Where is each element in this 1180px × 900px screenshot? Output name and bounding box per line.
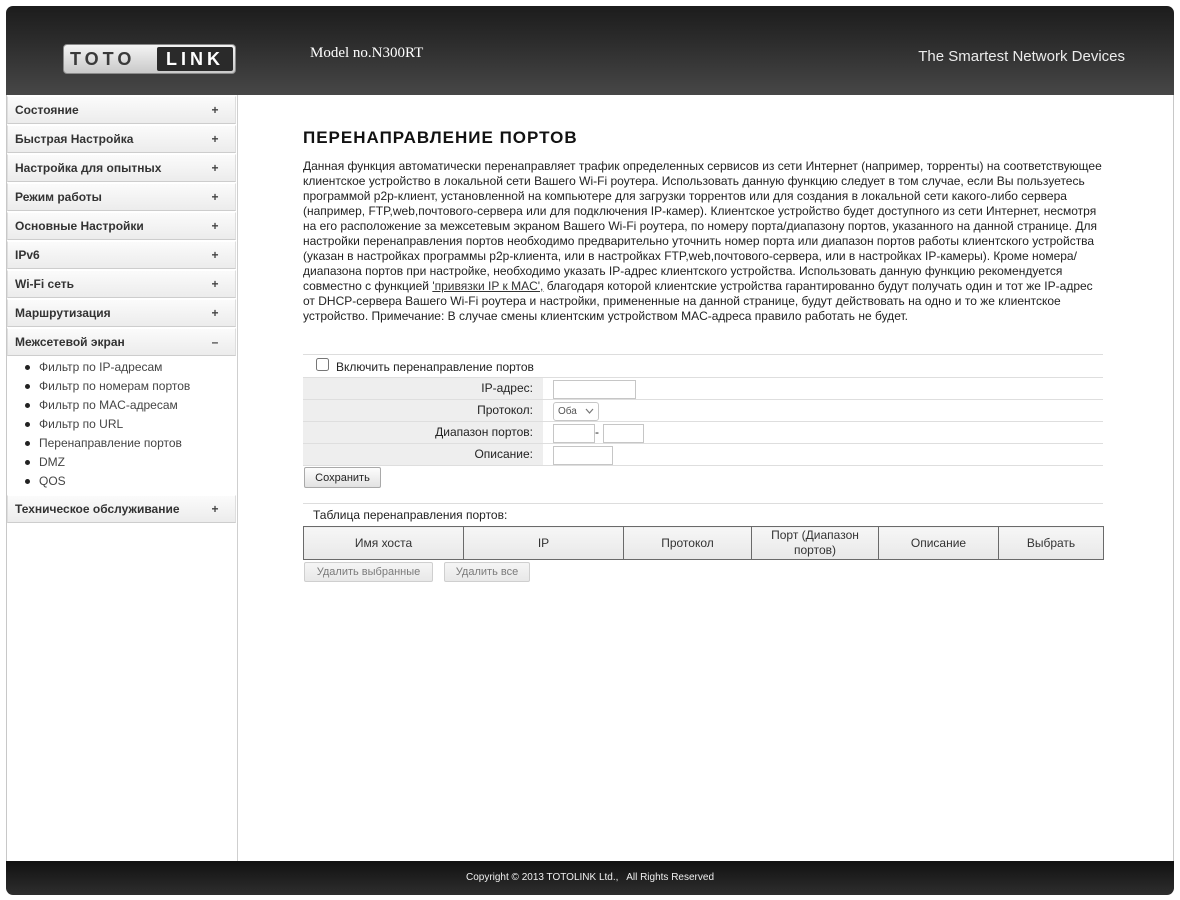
column-ip: IP bbox=[463, 526, 624, 560]
delete-all-button[interactable]: Удалить все bbox=[444, 562, 530, 582]
sidebar-subitem-label: Фильтр по URL bbox=[39, 417, 124, 431]
sidebar-subitem-url-filter[interactable]: Фильтр по URL bbox=[6, 415, 235, 434]
port-range-separator: - bbox=[595, 425, 599, 439]
header-bar: TOTO LINK Model no.N300RT The Smartest N… bbox=[6, 6, 1174, 95]
description-input[interactable] bbox=[553, 446, 613, 465]
expand-icon[interactable]: + bbox=[208, 300, 222, 327]
sidebar-item-label: Межсетевой экран bbox=[15, 335, 125, 349]
bullet-icon bbox=[25, 479, 30, 484]
sidebar-item-quick-setup[interactable]: Быстрая Настройка + bbox=[7, 125, 236, 153]
totolink-logo[interactable]: TOTO LINK bbox=[63, 44, 236, 74]
sidebar-item-label: Wi-Fi сеть bbox=[15, 277, 74, 291]
column-hostname: Имя хоста bbox=[303, 526, 464, 560]
sidebar-item-routing[interactable]: Маршрутизация + bbox=[7, 299, 236, 327]
sidebar-item-advanced[interactable]: Настройка для опытных + bbox=[7, 154, 236, 182]
port-range-end-input[interactable] bbox=[603, 424, 644, 443]
sidebar-item-firewall[interactable]: Межсетевой экран – bbox=[7, 328, 236, 356]
sidebar-item-status[interactable]: Состояние + bbox=[7, 96, 236, 124]
bullet-icon bbox=[25, 403, 30, 408]
bullet-icon bbox=[25, 384, 30, 389]
sidebar-subitem-label: Фильтр по MAC-адресам bbox=[39, 398, 178, 412]
sidebar-item-label: Состояние bbox=[15, 103, 79, 117]
sidebar-subitem-label: DMZ bbox=[39, 455, 65, 469]
bullet-icon bbox=[25, 460, 30, 465]
sidebar-subitem-label: Перенаправление портов bbox=[39, 436, 182, 450]
column-description: Описание bbox=[878, 526, 999, 560]
sidebar-item-label: Техническое обслуживание bbox=[15, 502, 180, 516]
form-row-protocol: Протокол: Оба bbox=[303, 399, 1103, 421]
description-label: Описание: bbox=[303, 444, 543, 465]
expand-icon[interactable]: + bbox=[208, 126, 222, 153]
chevron-down-icon bbox=[585, 408, 594, 414]
slogan: The Smartest Network Devices bbox=[918, 48, 1125, 65]
bullet-icon bbox=[25, 441, 30, 446]
expand-icon[interactable]: + bbox=[208, 155, 222, 182]
sidebar-item-label: Режим работы bbox=[15, 190, 102, 204]
table-divider bbox=[303, 503, 1103, 504]
logo-text-link: LINK bbox=[157, 47, 233, 71]
port-forwarding-table: Имя хоста IP Протокол Порт (Диапазон пор… bbox=[303, 526, 1104, 560]
sidebar-item-label: Быстрая Настройка bbox=[15, 132, 134, 146]
port-range-label: Диапазон портов: bbox=[303, 422, 543, 443]
description-text: Данная функция автоматически перенаправл… bbox=[303, 159, 1102, 293]
sidebar-item-label: IPv6 bbox=[15, 248, 40, 262]
sidebar: Состояние + Быстрая Настройка + Настройк… bbox=[6, 95, 238, 861]
port-range-start-input[interactable] bbox=[553, 424, 595, 443]
sidebar-subitem-dmz[interactable]: DMZ bbox=[6, 453, 235, 472]
protocol-label: Протокол: bbox=[303, 400, 543, 421]
sidebar-subitem-mac-filter[interactable]: Фильтр по MAC-адресам bbox=[6, 396, 235, 415]
ip-address-label: IP-адрес: bbox=[303, 378, 543, 399]
expand-icon[interactable]: + bbox=[208, 271, 222, 298]
copyright-text: Copyright © 2013 TOTOLINK Ltd., All Righ… bbox=[465, 872, 715, 883]
bullet-icon bbox=[25, 422, 30, 427]
sidebar-item-maintenance[interactable]: Техническое обслуживание + bbox=[7, 495, 236, 523]
sidebar-item-mode[interactable]: Режим работы + bbox=[7, 183, 236, 211]
form-row-port-range: Диапазон портов: - bbox=[303, 421, 1103, 443]
column-protocol: Протокол bbox=[623, 526, 752, 560]
column-port-range: Порт (Диапазон портов) bbox=[751, 526, 879, 560]
expand-icon[interactable]: + bbox=[208, 242, 222, 269]
sidebar-subitem-ip-filter[interactable]: Фильтр по IP-адресам bbox=[6, 358, 235, 377]
sidebar-item-wifi[interactable]: Wi-Fi сеть + bbox=[7, 270, 236, 298]
logo-text-toto: TOTO bbox=[70, 49, 136, 69]
sidebar-item-label: Маршрутизация bbox=[15, 306, 111, 320]
bullet-icon bbox=[25, 365, 30, 370]
table-header-row: Имя хоста IP Протокол Порт (Диапазон пор… bbox=[303, 526, 1104, 560]
enable-row: Включить перенаправление портов bbox=[303, 355, 1103, 377]
model-number: Model no.N300RT bbox=[310, 45, 424, 61]
footer: Copyright © 2013 TOTOLINK Ltd., All Righ… bbox=[6, 861, 1174, 895]
sidebar-subitem-label: Фильтр по номерам портов bbox=[39, 379, 191, 393]
sidebar-item-basic-settings[interactable]: Основные Настройки + bbox=[7, 212, 236, 240]
sidebar-subitem-label: Фильтр по IP-адресам bbox=[39, 360, 163, 374]
expand-icon[interactable]: + bbox=[208, 184, 222, 211]
protocol-select[interactable]: Оба bbox=[553, 402, 599, 421]
sidebar-subitem-qos[interactable]: QOS bbox=[6, 472, 235, 491]
form-row-description: Описание: bbox=[303, 443, 1103, 466]
delete-selected-button[interactable]: Удалить выбранные bbox=[304, 562, 433, 582]
collapse-icon[interactable]: – bbox=[208, 329, 222, 356]
enable-port-forwarding-checkbox[interactable] bbox=[316, 358, 329, 371]
sidebar-subitem-port-forwarding[interactable]: Перенаправление портов bbox=[6, 434, 235, 453]
expand-icon[interactable]: + bbox=[208, 97, 222, 124]
save-button[interactable]: Сохранить bbox=[304, 467, 381, 488]
expand-icon[interactable]: + bbox=[208, 496, 222, 523]
enable-port-forwarding-label: Включить перенаправление портов bbox=[336, 360, 534, 374]
form-row-ip: IP-адрес: bbox=[303, 377, 1103, 399]
page-description: Данная функция автоматически перенаправл… bbox=[303, 159, 1103, 324]
column-select: Выбрать bbox=[998, 526, 1104, 560]
expand-icon[interactable]: + bbox=[208, 213, 222, 240]
table-caption: Таблица перенаправления портов: bbox=[313, 508, 508, 522]
sidebar-subitem-port-filter[interactable]: Фильтр по номерам портов bbox=[6, 377, 235, 396]
sidebar-item-label: Настройка для опытных bbox=[15, 161, 162, 175]
protocol-selected-value: Оба bbox=[558, 406, 577, 417]
sidebar-subitem-label: QOS bbox=[39, 474, 66, 488]
ip-address-input[interactable] bbox=[553, 380, 636, 399]
sidebar-item-ipv6[interactable]: IPv6 + bbox=[7, 241, 236, 269]
sidebar-item-label: Основные Настройки bbox=[15, 219, 144, 233]
ip-mac-binding-link[interactable]: 'привязки IP к MAC', bbox=[432, 279, 543, 293]
page-title: ПЕРЕНАПРАВЛЕНИЕ ПОРТОВ bbox=[303, 128, 578, 147]
